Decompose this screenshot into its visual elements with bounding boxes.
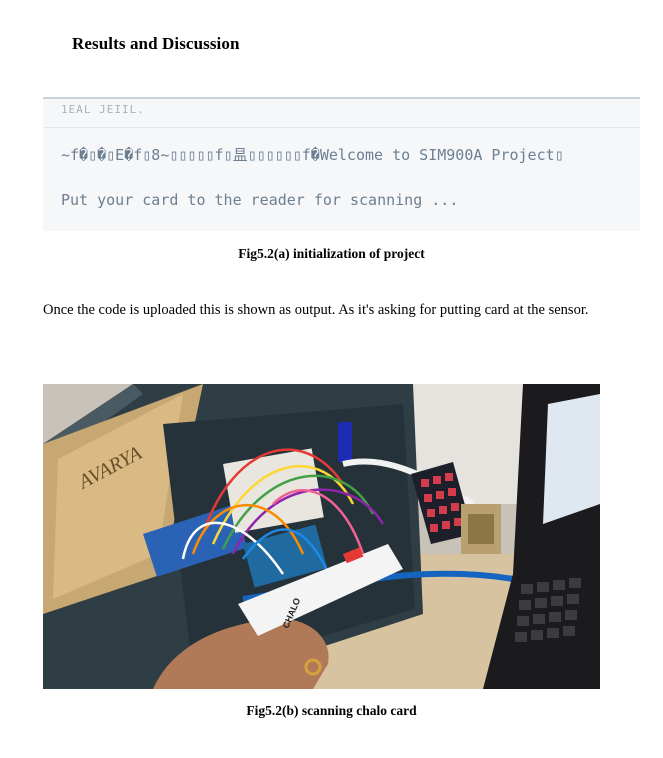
figure-caption-a: Fig5.2(a) initialization of project	[238, 246, 425, 261]
serial-output-line-prompt: Put your card to the reader for scanning…	[61, 191, 459, 209]
hardware-photo-illustration: AVARYA CHALO	[43, 384, 600, 689]
solenoid-core	[468, 514, 494, 544]
body-paragraph: Once the code is uploaded this is shown …	[43, 302, 589, 318]
hardware-photo: AVARYA CHALO	[43, 384, 600, 689]
section-heading: Results and Discussion	[72, 34, 240, 53]
figure-caption-b: Fig5.2(b) scanning chalo card	[246, 703, 417, 718]
laptop-screen	[543, 394, 600, 524]
serial-monitor-screenshot: 1EAL JEIIL. ~f�▯�▯E�f▯8~▯▯▯▯▯f▯昷▯▯▯▯▯▯f�…	[43, 97, 640, 231]
lcd-module	[338, 422, 352, 462]
serial-output-line-partial: 1EAL JEIIL.	[61, 103, 145, 116]
serial-divider	[43, 127, 640, 128]
serial-output-line-welcome: ~f�▯�▯E�f▯8~▯▯▯▯▯f▯昷▯▯▯▯▯▯f�Welcome to S…	[61, 146, 564, 164]
